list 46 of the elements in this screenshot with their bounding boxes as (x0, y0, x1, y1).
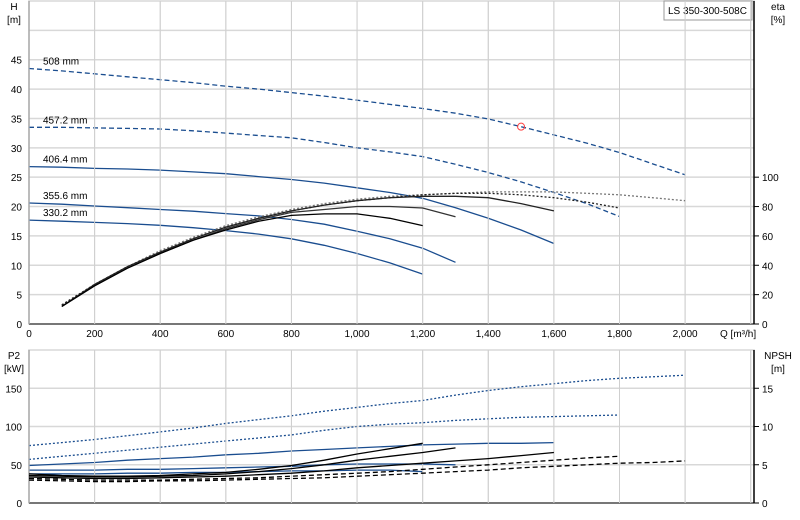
legend-label: LS 350-300-508C (668, 6, 747, 17)
axis-tick-label: 1,000 (344, 329, 370, 340)
axis-tick-label: 80 (762, 202, 774, 214)
axis-tick-label: 5 (16, 290, 22, 302)
axis-title: Q [m³/h] (720, 329, 756, 340)
axis-tick-label: 0 (16, 499, 22, 510)
axis-title: H [m] (7, 2, 21, 26)
axis-tick-label: 10 (10, 261, 22, 272)
axis-tick-label: 50 (10, 460, 22, 472)
axis-tick-label: 100 (5, 422, 22, 434)
curve-label: 406.4 mm (43, 154, 88, 166)
axis-title: NPSH [m] (764, 351, 792, 375)
axis-tick-label: 15 (762, 384, 774, 396)
axis-tick-label: 10 (762, 422, 774, 434)
axis-tick-label: 0 (16, 320, 22, 331)
axis-tick-label: 0 (26, 329, 32, 340)
axis-tick-label: 100 (762, 173, 779, 184)
axis-tick-label: 20 (10, 202, 22, 214)
axis-tick-label: 0 (762, 499, 768, 510)
axis-tick-label: 400 (152, 329, 169, 340)
axis-tick-label: 600 (218, 329, 234, 340)
axis-tick-label: 0 (762, 320, 768, 331)
curve-label: 508 mm (43, 56, 80, 68)
axis-tick-label: 60 (762, 232, 774, 243)
axis-tick-label: 35 (10, 114, 22, 126)
axis-tick-label: 40 (10, 85, 22, 96)
curve-label: 330.2 mm (43, 208, 88, 220)
axis-tick-label: 1,600 (541, 329, 566, 340)
axis-tick-label: 45 (10, 56, 22, 67)
axis-tick-label: 1,200 (410, 329, 436, 340)
axis-tick-label: 20 (762, 290, 774, 302)
curve-label: 457.2 mm (43, 115, 88, 126)
axis-tick-label: 150 (5, 384, 22, 396)
axis-tick-label: 30 (10, 144, 22, 155)
axis-title: P2 [kW] (4, 351, 24, 375)
axis-tick-label: 1,800 (606, 329, 632, 340)
axis-title: eta [%] (770, 2, 786, 26)
axis-tick-label: 15 (10, 232, 22, 243)
axis-tick-label: 800 (283, 329, 300, 340)
axis-tick-label: 1,400 (476, 329, 501, 340)
axis-tick-label: 200 (86, 329, 103, 340)
axis-tick-label: 40 (762, 261, 774, 272)
axis-tick-label: 5 (762, 460, 768, 472)
curve-label: 355.6 mm (43, 191, 88, 202)
axis-tick-label: 25 (10, 173, 22, 184)
axis-tick-label: 2,000 (672, 329, 698, 340)
